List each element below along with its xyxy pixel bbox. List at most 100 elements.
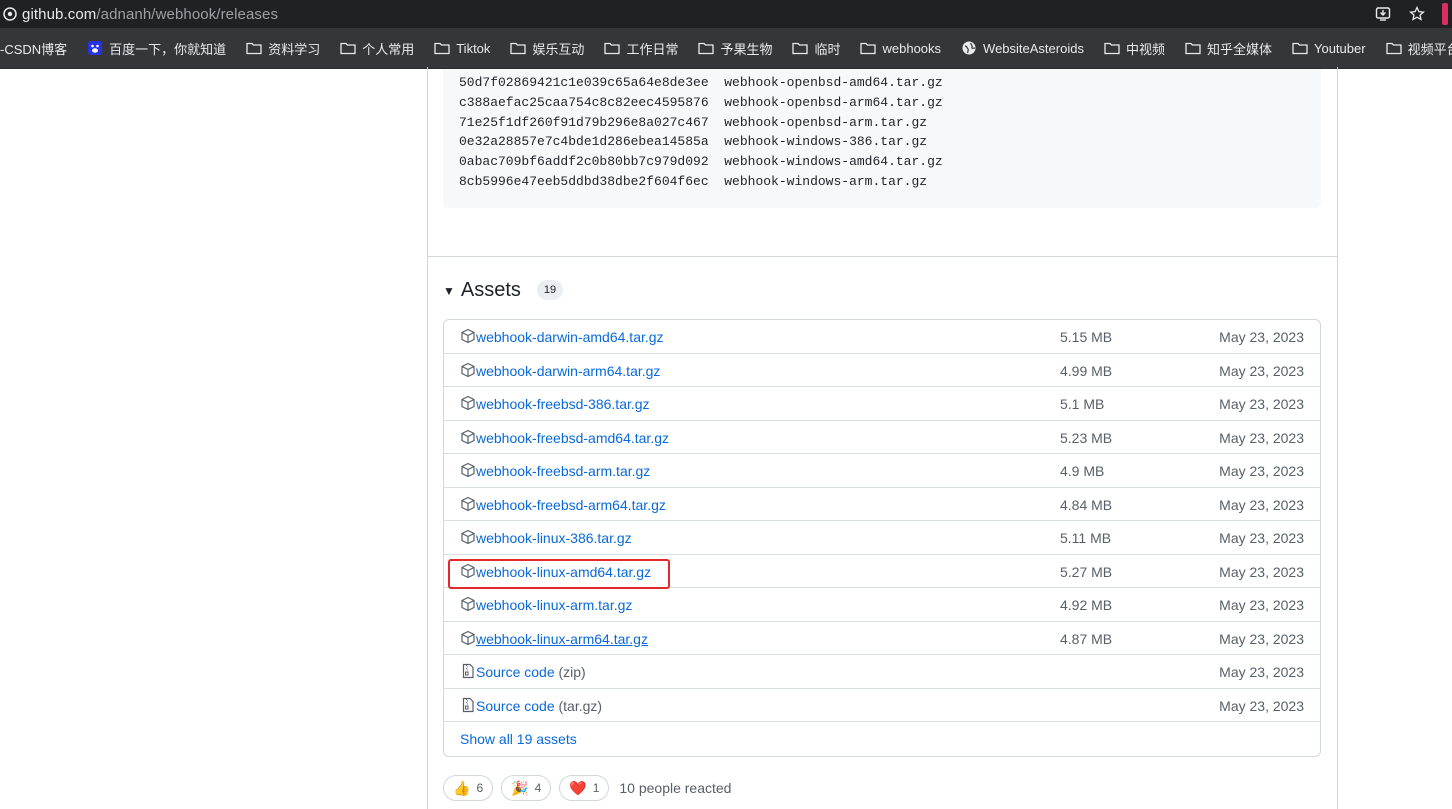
reaction-heart-button[interactable]: ❤️ 1 <box>559 775 610 801</box>
asset-date: May 23, 2023 <box>1219 329 1304 345</box>
asset-size: 5.23 MB <box>1060 429 1113 446</box>
asset-download-link[interactable]: webhook-linux-arm64.tar.gz <box>476 630 648 648</box>
asset-date: May 23, 2023 <box>1219 664 1304 680</box>
bookmark-star-icon[interactable] <box>1408 5 1426 23</box>
extension-icon[interactable] <box>1442 3 1448 25</box>
package-icon <box>460 529 476 545</box>
asset-name: webhook-freebsd-arm.tar.gz <box>476 463 651 479</box>
asset-date: May 23, 2023 <box>1219 563 1304 580</box>
reaction-thumbs-up-button[interactable]: 👍 6 <box>443 775 494 801</box>
bookmark-item[interactable]: 百度一下，你就知道 <box>77 34 236 62</box>
checksum-line: 8cb5996e47eeb5ddbd38dbe2f604f6ec webhook… <box>459 172 1305 192</box>
bookmark-label: Youtuber <box>1313 40 1366 56</box>
folder-icon <box>1104 41 1120 55</box>
asset-date: May 23, 2023 <box>1219 362 1304 379</box>
asset-size: 4.92 MB <box>1060 597 1113 613</box>
triangle-down-icon[interactable]: ▼ <box>443 284 455 298</box>
asset-download-link[interactable]: webhook-freebsd-arm64.tar.gz <box>476 496 666 514</box>
bookmark-item[interactable]: 工作日常 <box>594 34 688 62</box>
asset-download-link[interactable]: Source code (tar.gz) <box>476 697 602 715</box>
asset-date: May 23, 2023 <box>1219 630 1304 647</box>
reaction-count: 1 <box>592 781 600 795</box>
bookmark-item[interactable]: 予果生物 <box>688 34 782 62</box>
url-path: /adnanh/webhook/releases <box>96 5 279 23</box>
checksum-line: c388aefac25caa754c8c82eec4595876 webhook… <box>459 93 1305 113</box>
checksum-line: 50d7f02869421c1e039c65a64e8de3ee webhook… <box>459 73 1305 93</box>
bookmark-item[interactable]: 娱乐互动 <box>500 34 594 62</box>
browser-url-bar[interactable]: github.com/adnanh/webhook/releases <box>0 0 1452 28</box>
bookmark-item[interactable]: 临时 <box>782 34 850 62</box>
checksum-code-block: 50d7f02869421c1e039c65a64e8de3ee webhook… <box>443 69 1321 208</box>
asset-date: May 23, 2023 <box>1219 396 1304 412</box>
folder-icon <box>698 41 715 55</box>
folder-icon <box>340 41 356 55</box>
assets-toggle[interactable]: ▼ Assets 19 <box>443 275 564 305</box>
asset-download-link[interactable]: webhook-freebsd-amd64.tar.gz <box>476 429 669 447</box>
asset-name: webhook-linux-arm64.tar.gz <box>476 630 648 647</box>
bookmark-item[interactable]: WebsiteAsteroids <box>951 34 1094 62</box>
install-app-icon[interactable] <box>1374 5 1392 23</box>
folder-icon <box>246 41 262 55</box>
asset-name-suffix: (zip) <box>554 664 586 680</box>
asset-size: 4.99 MB <box>1060 362 1113 379</box>
bookmark-item[interactable]: webhooks <box>850 34 951 62</box>
url-text[interactable]: github.com/adnanh/webhook/releases <box>22 6 278 23</box>
package-icon <box>460 429 476 445</box>
asset-size: 4.84 MB <box>1060 496 1113 513</box>
bookmark-label: 视频平台 <box>1407 41 1452 57</box>
asset-download-link[interactable]: webhook-linux-386.tar.gz <box>476 529 632 547</box>
package-icon <box>460 462 476 478</box>
bookmark-label: 临时 <box>814 41 841 57</box>
asset-size: 5.11 MB <box>1060 530 1112 546</box>
show-all-assets-link[interactable]: Show all 19 assets <box>460 731 577 747</box>
reaction-count: 6 <box>476 781 484 795</box>
assets-count-badge: 19 <box>536 280 564 300</box>
package-icon <box>460 395 476 411</box>
asset-download-link[interactable]: webhook-linux-arm.tar.gz <box>476 596 632 614</box>
reactions-summary: 10 people reacted <box>619 780 732 796</box>
hooray-icon: 🎉 <box>511 780 529 796</box>
site-info-icon[interactable] <box>2 6 18 22</box>
package-icon <box>460 328 476 344</box>
bookmarks-bar: -CSDN博客 百度一下，你就知道 资料学习 个人常用 Tiktok 娱乐互动 工作日常 予果… <box>0 28 1452 69</box>
section-divider <box>428 256 1337 257</box>
bookmark-item[interactable]: 中视频 <box>1094 34 1175 62</box>
bookmark-item[interactable]: 资料学习 <box>236 34 330 62</box>
bookmark-label: -CSDN博客 <box>0 41 68 57</box>
asset-date: May 23, 2023 <box>1219 496 1304 513</box>
release-page: 50d7f02869421c1e039c65a64e8de3ee webhook… <box>0 67 1452 809</box>
folder-icon <box>792 41 809 55</box>
asset-date: May 23, 2023 <box>1219 530 1304 546</box>
annotation-highlight-box <box>448 559 670 589</box>
asset-name: Source code <box>476 697 555 714</box>
checksum-hash: 8cb5996e47eeb5ddbd38dbe2f604f6ec <box>459 173 709 189</box>
asset-size: 4.87 MB <box>1060 630 1113 647</box>
asset-name: webhook-darwin-arm64.tar.gz <box>476 362 661 379</box>
bookmark-label: 中视频 <box>1125 41 1165 57</box>
checksum-file: webhook-windows-arm.tar.gz <box>724 173 928 189</box>
asset-row: webhook-linux-arm.tar.gz 4.92 MB May 23, 2… <box>444 588 1320 622</box>
folder-icon <box>860 41 877 55</box>
bookmark-item[interactable]: -CSDN博客 <box>0 34 77 62</box>
bookmark-item[interactable]: 知乎全媒体 <box>1175 34 1282 62</box>
checksum-file: webhook-windows-amd64.tar.gz <box>724 154 943 170</box>
reactions-bar: 👍 6 🎉 4 ❤️ 1 10 people reacted <box>443 775 731 801</box>
bookmark-item[interactable]: 个人常用 <box>330 34 424 62</box>
bookmark-item[interactable]: Youtuber <box>1282 34 1376 62</box>
checksum-hash: 50d7f02869421c1e039c65a64e8de3ee <box>459 75 709 90</box>
asset-row: webhook-freebsd-amd64.tar.gz 5.23 MB May 2… <box>444 421 1320 454</box>
checksum-file: webhook-openbsd-amd64.tar.gz <box>724 75 943 90</box>
asset-download-link[interactable]: webhook-freebsd-arm.tar.gz <box>476 462 650 480</box>
bookmark-label: 予果生物 <box>720 41 773 57</box>
bookmark-item[interactable]: Tiktok <box>424 34 500 62</box>
package-icon <box>460 596 476 612</box>
reaction-hooray-button[interactable]: 🎉 4 <box>501 775 552 801</box>
asset-download-link[interactable]: webhook-darwin-amd64.tar.gz <box>476 328 664 346</box>
asset-download-link[interactable]: Source code (zip) <box>476 663 586 681</box>
bookmark-label: WebsiteAsteroids <box>983 40 1084 56</box>
assets-title: Assets <box>460 278 521 301</box>
asset-name: webhook-freebsd-amd64.tar.gz <box>476 429 669 446</box>
asset-download-link[interactable]: webhook-freebsd-386.tar.gz <box>476 395 650 413</box>
bookmark-item[interactable]: 视频平台 <box>1376 34 1452 62</box>
asset-download-link[interactable]: webhook-darwin-arm64.tar.gz <box>476 362 660 380</box>
